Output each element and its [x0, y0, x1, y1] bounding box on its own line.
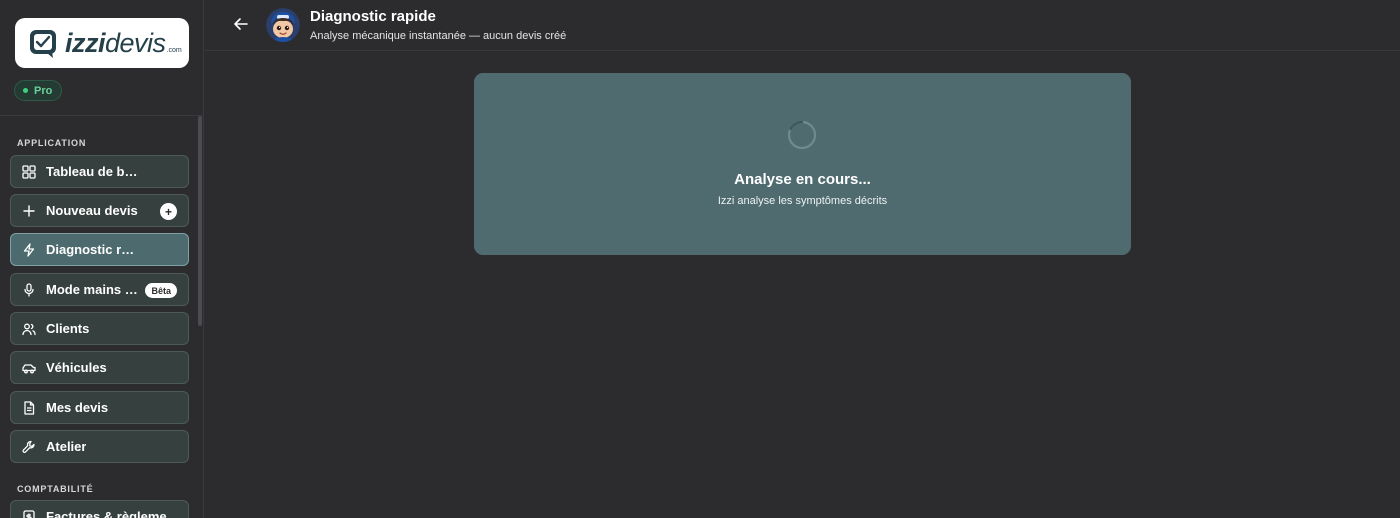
brand-tld: .com: [166, 46, 182, 54]
sidebar-item-label: Mes devis: [46, 400, 109, 415]
plan-status-dot: [23, 88, 28, 93]
sidebar-item-quick-diagnosis[interactable]: Diagnostic rapide: [10, 233, 189, 266]
loading-spinner-icon: [787, 120, 817, 150]
mechanic-avatar: [266, 8, 300, 42]
invoice-icon: [22, 509, 36, 518]
analysis-title: Analyse en cours...: [734, 171, 871, 188]
sidebar-item-label: Clients: [46, 321, 90, 336]
sidebar-item-label: Nouveau devis: [46, 203, 138, 218]
sidebar: izzi devis .com Pro APPLICATION Tableau …: [0, 0, 204, 518]
sidebar-item-new-quote[interactable]: Nouveau devis +: [10, 194, 189, 227]
brand-wordmark: izzi devis .com: [65, 28, 182, 59]
logo-mark-icon: [30, 30, 56, 58]
page-header: Diagnostic rapide Analyse mécanique inst…: [205, 0, 1400, 51]
brand-logo[interactable]: izzi devis .com: [15, 18, 189, 68]
plus-icon: [22, 204, 36, 218]
sidebar-item-label: Véhicules: [46, 360, 107, 375]
document-icon: [22, 400, 36, 415]
new-quote-plus-badge: +: [160, 203, 177, 220]
sidebar-item-label: Tableau de bord: [46, 164, 140, 179]
microphone-icon: [22, 282, 36, 297]
sidebar-item-vehicles[interactable]: Véhicules: [10, 351, 189, 384]
sidebar-item-clients[interactable]: Clients: [10, 312, 189, 345]
sidebar-item-my-quotes[interactable]: Mes devis: [10, 391, 189, 424]
sidebar-item-invoices[interactable]: Factures & règlements: [10, 500, 189, 518]
plan-badge: Pro: [14, 80, 63, 101]
beta-badge: Bêta: [145, 283, 177, 298]
app-root: izzi devis .com Pro APPLICATION Tableau …: [0, 0, 1400, 518]
page-title: Diagnostic rapide: [310, 8, 436, 25]
sidebar-item-dashboard[interactable]: Tableau de bord: [10, 155, 189, 188]
analysis-status-card: Analyse en cours... Izzi analyse les sym…: [474, 73, 1131, 255]
analysis-subtitle: Izzi analyse les symptômes décrits: [717, 195, 888, 207]
brand-name-bold: izzi: [65, 27, 106, 58]
sidebar-scrollbar[interactable]: [198, 116, 202, 326]
sidebar-item-label: Mode mains libres: [46, 282, 138, 297]
dashboard-icon: [22, 164, 36, 179]
plan-label: Pro: [34, 84, 53, 97]
sidebar-item-hands-free[interactable]: Mode mains libres Bêta: [10, 273, 189, 306]
car-icon: [22, 361, 36, 375]
lightning-icon: [22, 242, 36, 257]
brand-name-regular: devis: [105, 27, 166, 58]
section-label-accounting: COMPTABILITÉ: [17, 484, 94, 494]
sidebar-item-workshop[interactable]: Atelier: [10, 430, 189, 463]
section-label-application: APPLICATION: [17, 138, 87, 148]
sidebar-item-label: Factures & règlements: [46, 509, 186, 518]
users-icon: [22, 322, 36, 336]
back-arrow-icon[interactable]: [232, 15, 250, 33]
sidebar-item-label: Diagnostic rapide: [46, 242, 140, 257]
page-subtitle: Analyse mécanique instantanée — aucun de…: [310, 30, 567, 42]
sidebar-divider: [0, 115, 203, 116]
sidebar-item-label: Atelier: [46, 439, 87, 454]
wrench-icon: [22, 440, 36, 454]
